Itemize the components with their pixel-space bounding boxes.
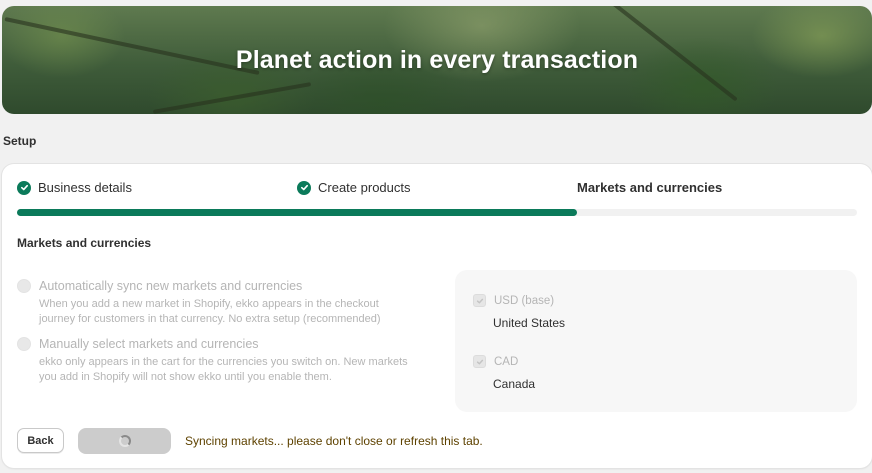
step-create-products: Create products (297, 180, 411, 195)
option-title: Manually select markets and currencies (39, 337, 259, 351)
checkbox-usd[interactable] (473, 294, 486, 307)
progress-fill (17, 209, 578, 216)
step-label: Business details (38, 180, 132, 195)
check-circle-icon (17, 180, 31, 195)
hero-branch (152, 82, 312, 114)
currency-code: USD (base) (494, 294, 555, 307)
option-manual-select[interactable]: Manually select markets and currencies e… (17, 336, 409, 385)
back-button[interactable]: Back (17, 428, 64, 453)
hero-banner: Planet action in every transaction (2, 6, 872, 114)
check-circle-icon (297, 180, 311, 195)
step-label: Markets and currencies (577, 180, 723, 195)
setup-heading: Setup (3, 134, 37, 148)
currency-code: CAD (494, 355, 519, 368)
hero-title: Planet action in every transaction (235, 46, 639, 74)
radio-auto-sync[interactable] (17, 279, 31, 293)
step-label: Create products (318, 180, 411, 195)
currency-cad: CAD Canada (473, 355, 535, 391)
radio-manual-select[interactable] (17, 337, 31, 351)
checkbox-cad[interactable] (473, 355, 486, 368)
option-title: Automatically sync new markets and curre… (39, 279, 303, 293)
spinner-icon (118, 435, 131, 447)
step-business-details: Business details (17, 180, 132, 195)
currency-country: Canada (493, 377, 536, 391)
progress-bar (17, 209, 857, 216)
sync-status-message: Syncing markets... please don't close or… (185, 434, 483, 448)
option-auto-sync[interactable]: Automatically sync new markets and curre… (17, 278, 409, 327)
currency-panel: USD (base) United States CAD Canada (455, 270, 857, 412)
option-description: When you add a new market in Shopify, ek… (39, 298, 381, 325)
option-description: ekko only appears in the cart for the cu… (39, 356, 408, 383)
currency-usd: USD (base) United States (473, 294, 565, 330)
step-markets-currencies: Markets and currencies (577, 180, 722, 195)
continue-button-loading[interactable] (78, 428, 171, 454)
currency-country: United States (493, 316, 566, 330)
setup-card: Business details Create products Markets… (2, 164, 872, 468)
section-title: Markets and currencies (17, 236, 152, 250)
